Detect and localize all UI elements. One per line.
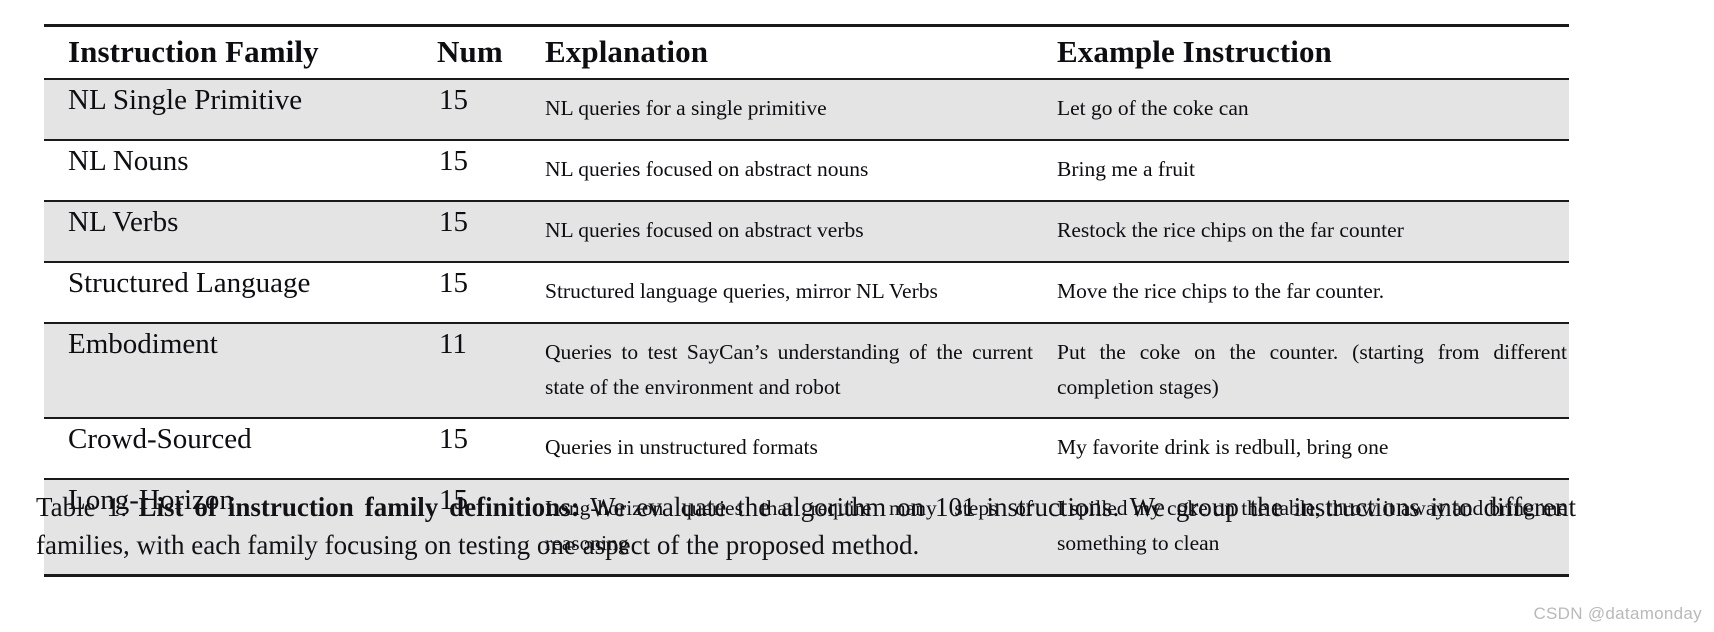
cell-explanation: Queries to test SayCan’s understanding o… bbox=[537, 321, 1049, 419]
table-row: NL Nouns 15 NL queries focused on abstra… bbox=[44, 139, 1569, 202]
cell-example-instruction: Let go of the coke can bbox=[1049, 78, 1569, 141]
cell-example-instruction: Restock the rice chips on the far counte… bbox=[1049, 200, 1569, 262]
cell-instruction-family: Structured Language bbox=[44, 260, 437, 323]
cell-instruction-family: NL Verbs bbox=[44, 200, 437, 262]
table-row: Crowd-Sourced 15 Queries in unstructured… bbox=[44, 417, 1569, 480]
cell-instruction-family: Crowd-Sourced bbox=[44, 417, 437, 480]
column-header-num: Num bbox=[437, 34, 503, 69]
cell-explanation: Queries in unstructured formats bbox=[537, 417, 1049, 480]
caption-bold-title: List of instruction family definitions: bbox=[138, 492, 580, 522]
column-header-example-instruction: Example Instruction bbox=[1057, 34, 1332, 69]
table-row: Embodiment 11 Queries to test SayCan’s u… bbox=[44, 321, 1569, 419]
watermark-text: CSDN @datamonday bbox=[1533, 604, 1702, 623]
cell-num: 11 bbox=[437, 321, 537, 419]
cell-example-instruction: My favorite drink is redbull, bring one bbox=[1049, 417, 1569, 480]
table-row: NL Single Primitive 15 NL queries for a … bbox=[44, 78, 1569, 141]
cell-explanation: NL queries for a single primitive bbox=[537, 78, 1049, 141]
cell-num: 15 bbox=[437, 200, 537, 262]
cell-num: 15 bbox=[437, 260, 537, 323]
table-caption: Table 1: List of instruction family defi… bbox=[36, 488, 1576, 565]
cell-instruction-family: NL Single Primitive bbox=[44, 78, 437, 141]
table-figure-page: Instruction Family Num Explanation Examp… bbox=[0, 0, 1714, 632]
cell-explanation: Structured language queries, mirror NL V… bbox=[537, 260, 1049, 323]
column-header-explanation: Explanation bbox=[545, 34, 709, 69]
table-row: NL Verbs 15 NL queries focused on abstra… bbox=[44, 200, 1569, 262]
cell-instruction-family: NL Nouns bbox=[44, 139, 437, 202]
cell-example-instruction: Put the coke on the counter. (starting f… bbox=[1049, 321, 1569, 419]
caption-label: Table 1: bbox=[36, 492, 139, 522]
cell-instruction-family: Embodiment bbox=[44, 321, 437, 419]
table-row: Structured Language 15 Structured langua… bbox=[44, 260, 1569, 323]
column-header-instruction-family: Instruction Family bbox=[68, 34, 319, 69]
cell-example-instruction: Bring me a fruit bbox=[1049, 139, 1569, 202]
cell-explanation: NL queries focused on abstract nouns bbox=[537, 139, 1049, 202]
cell-num: 15 bbox=[437, 78, 537, 141]
table-header-row: Instruction Family Num Explanation Examp… bbox=[44, 25, 1569, 80]
cell-explanation: NL queries focused on abstract verbs bbox=[537, 200, 1049, 262]
cell-example-instruction: Move the rice chips to the far counter. bbox=[1049, 260, 1569, 323]
cell-num: 15 bbox=[437, 417, 537, 480]
table-header: Instruction Family Num Explanation Examp… bbox=[44, 25, 1569, 80]
cell-num: 15 bbox=[437, 139, 537, 202]
